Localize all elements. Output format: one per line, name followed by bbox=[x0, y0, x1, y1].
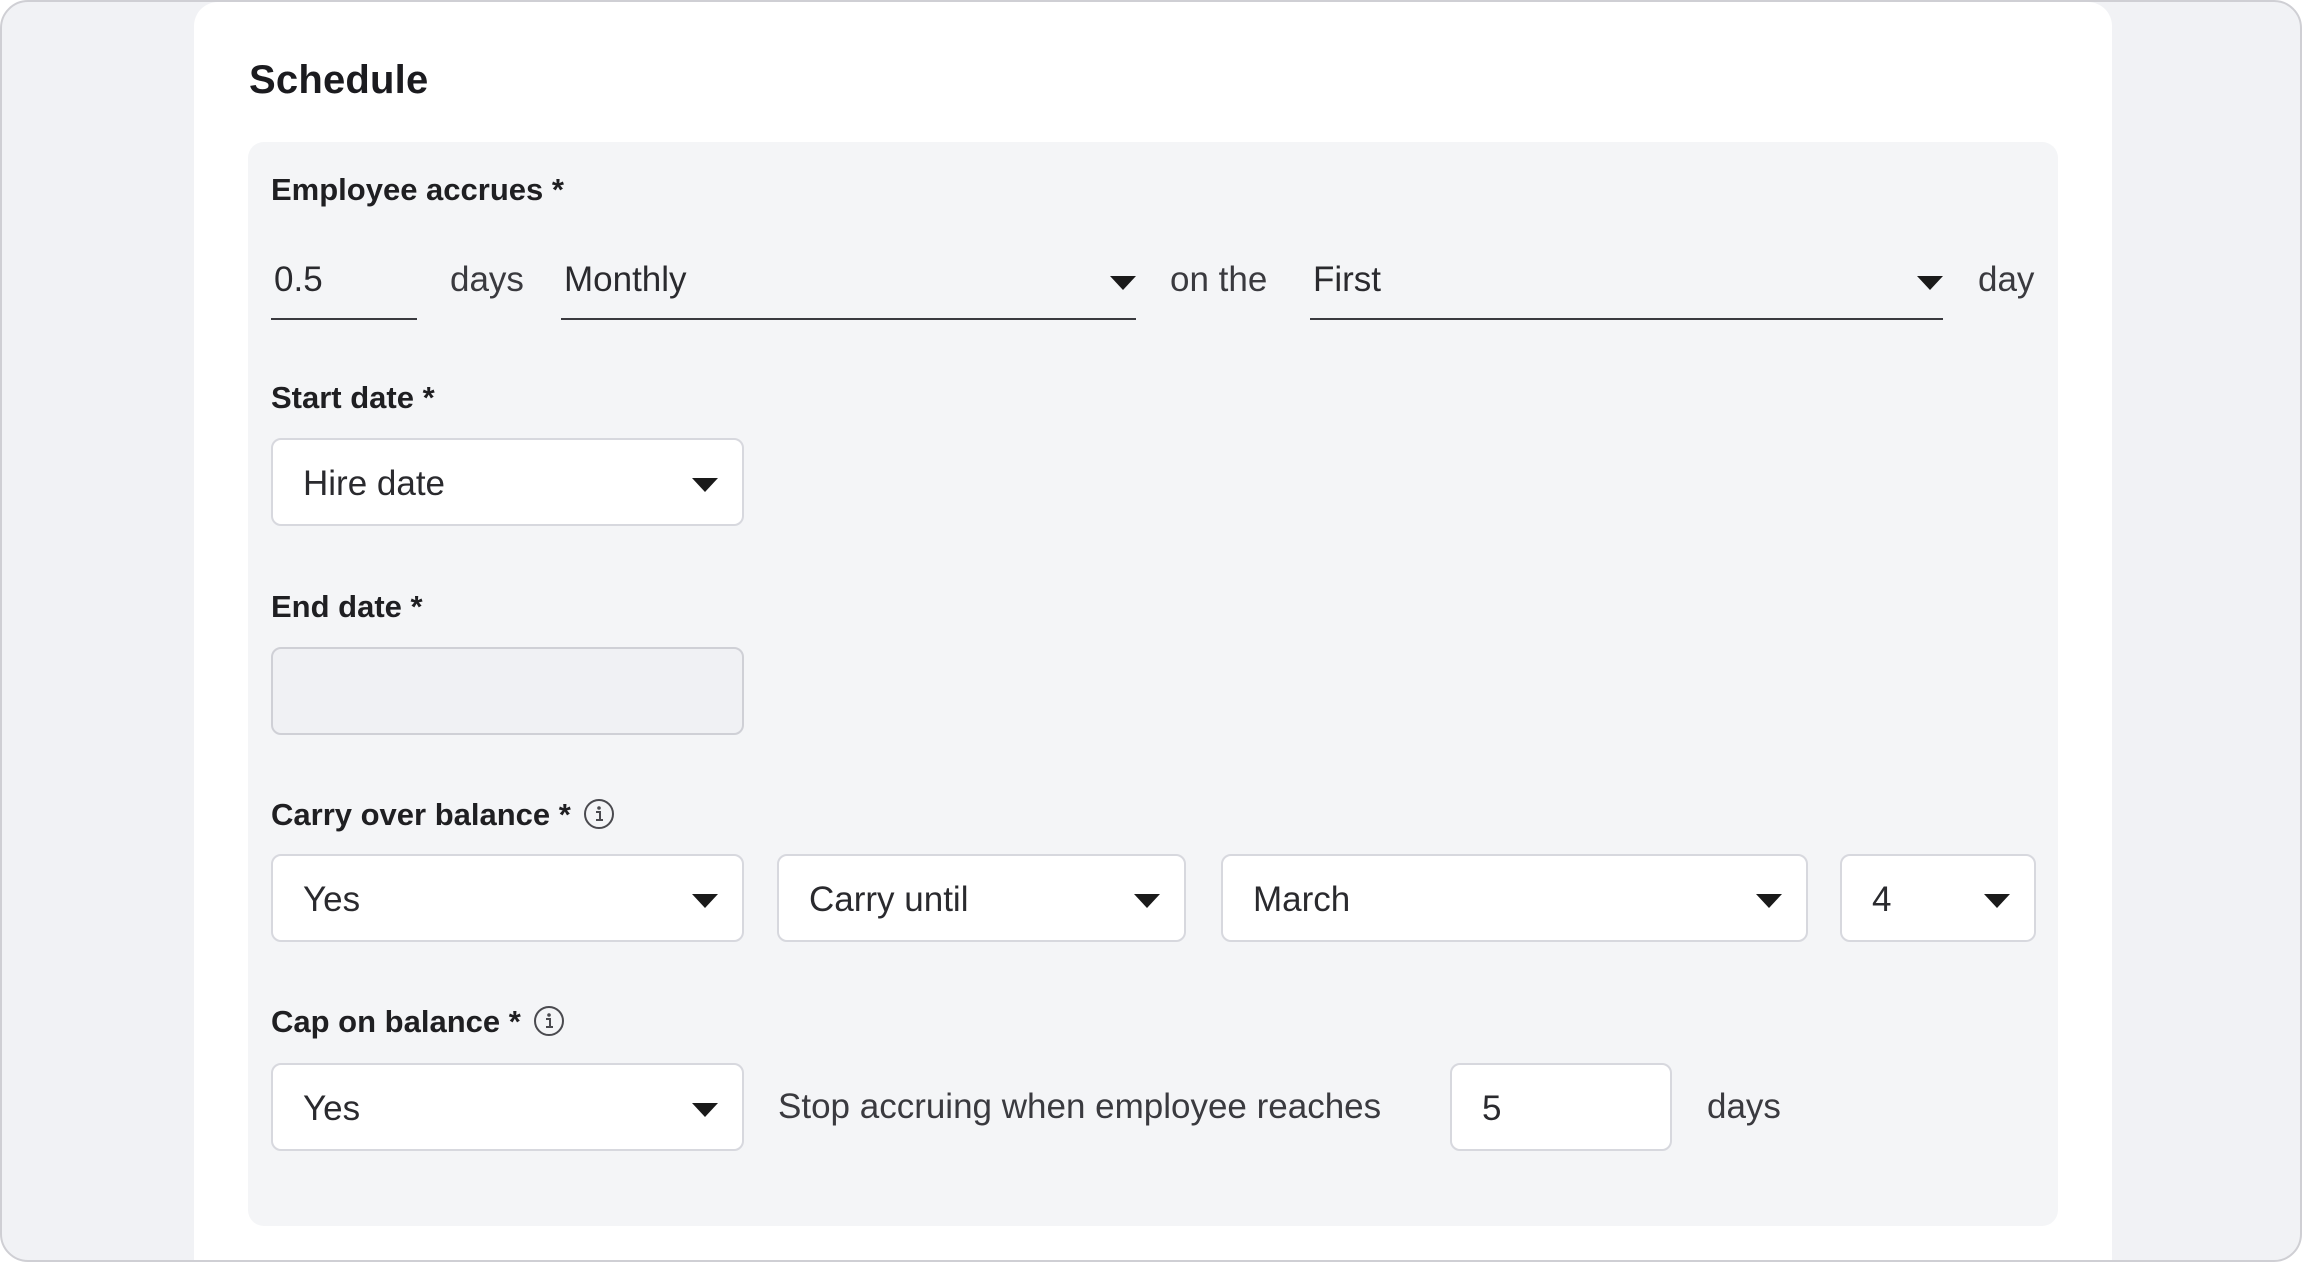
accrual-frequency-select[interactable]: Monthly bbox=[561, 246, 1136, 320]
cap-label: Cap on balance * bbox=[271, 1004, 565, 1040]
accrual-frequency-value: Monthly bbox=[564, 260, 687, 299]
chevron-down-icon bbox=[1917, 276, 1943, 290]
accrual-suffix-text: day bbox=[1978, 260, 2035, 299]
chevron-down-icon bbox=[1756, 894, 1782, 908]
section-title: Schedule bbox=[249, 58, 429, 102]
end-date-label: End date * bbox=[271, 589, 423, 624]
info-icon[interactable] bbox=[583, 798, 615, 830]
carry-over-mode-select[interactable]: Carry until bbox=[777, 854, 1186, 942]
chevron-down-icon bbox=[692, 1103, 718, 1117]
cap-enabled-value: Yes bbox=[303, 1089, 361, 1128]
carry-over-day-value: 4 bbox=[1872, 880, 1892, 919]
carry-over-month-value: March bbox=[1253, 880, 1351, 919]
cap-label-text: Cap on balance * bbox=[271, 1004, 521, 1039]
carry-over-mode-value: Carry until bbox=[809, 880, 969, 919]
cap-limit-input[interactable]: 5 bbox=[1450, 1063, 1672, 1151]
window-frame: Schedule Employee accrues * 0.5 days Mon… bbox=[0, 0, 2302, 1262]
cap-enabled-select[interactable]: Yes bbox=[271, 1063, 744, 1151]
accrual-unit-text: days bbox=[450, 260, 524, 299]
chevron-down-icon bbox=[692, 478, 718, 492]
chevron-down-icon bbox=[1984, 894, 2010, 908]
info-icon[interactable] bbox=[533, 1005, 565, 1037]
schedule-panel: Employee accrues * 0.5 days Monthly on t… bbox=[248, 142, 2058, 1226]
chevron-down-icon bbox=[692, 894, 718, 908]
carry-over-enabled-select[interactable]: Yes bbox=[271, 854, 744, 942]
start-date-value: Hire date bbox=[303, 464, 446, 503]
chevron-down-icon bbox=[1110, 276, 1136, 290]
end-date-input[interactable] bbox=[271, 647, 744, 735]
accrual-connector-text: on the bbox=[1170, 260, 1268, 299]
cap-unit-text: days bbox=[1707, 1087, 1781, 1126]
settings-card: Schedule Employee accrues * 0.5 days Mon… bbox=[194, 2, 2112, 1260]
accrual-day-value: First bbox=[1313, 260, 1382, 299]
start-date-label: Start date * bbox=[271, 380, 435, 415]
accrual-amount-input[interactable]: 0.5 bbox=[271, 246, 417, 320]
accrual-day-select[interactable]: First bbox=[1310, 246, 1943, 320]
carry-over-enabled-value: Yes bbox=[303, 880, 361, 919]
carry-over-label: Carry over balance * bbox=[271, 797, 615, 833]
accrual-label: Employee accrues * bbox=[271, 172, 564, 207]
carry-over-label-text: Carry over balance * bbox=[271, 797, 571, 832]
carry-over-month-select[interactable]: March bbox=[1221, 854, 1808, 942]
chevron-down-icon bbox=[1134, 894, 1160, 908]
accrual-amount-value: 0.5 bbox=[274, 260, 323, 299]
cap-limit-value: 5 bbox=[1482, 1089, 1502, 1128]
cap-description-text: Stop accruing when employee reaches bbox=[778, 1087, 1382, 1126]
carry-over-day-select[interactable]: 4 bbox=[1840, 854, 2036, 942]
start-date-select[interactable]: Hire date bbox=[271, 438, 744, 526]
